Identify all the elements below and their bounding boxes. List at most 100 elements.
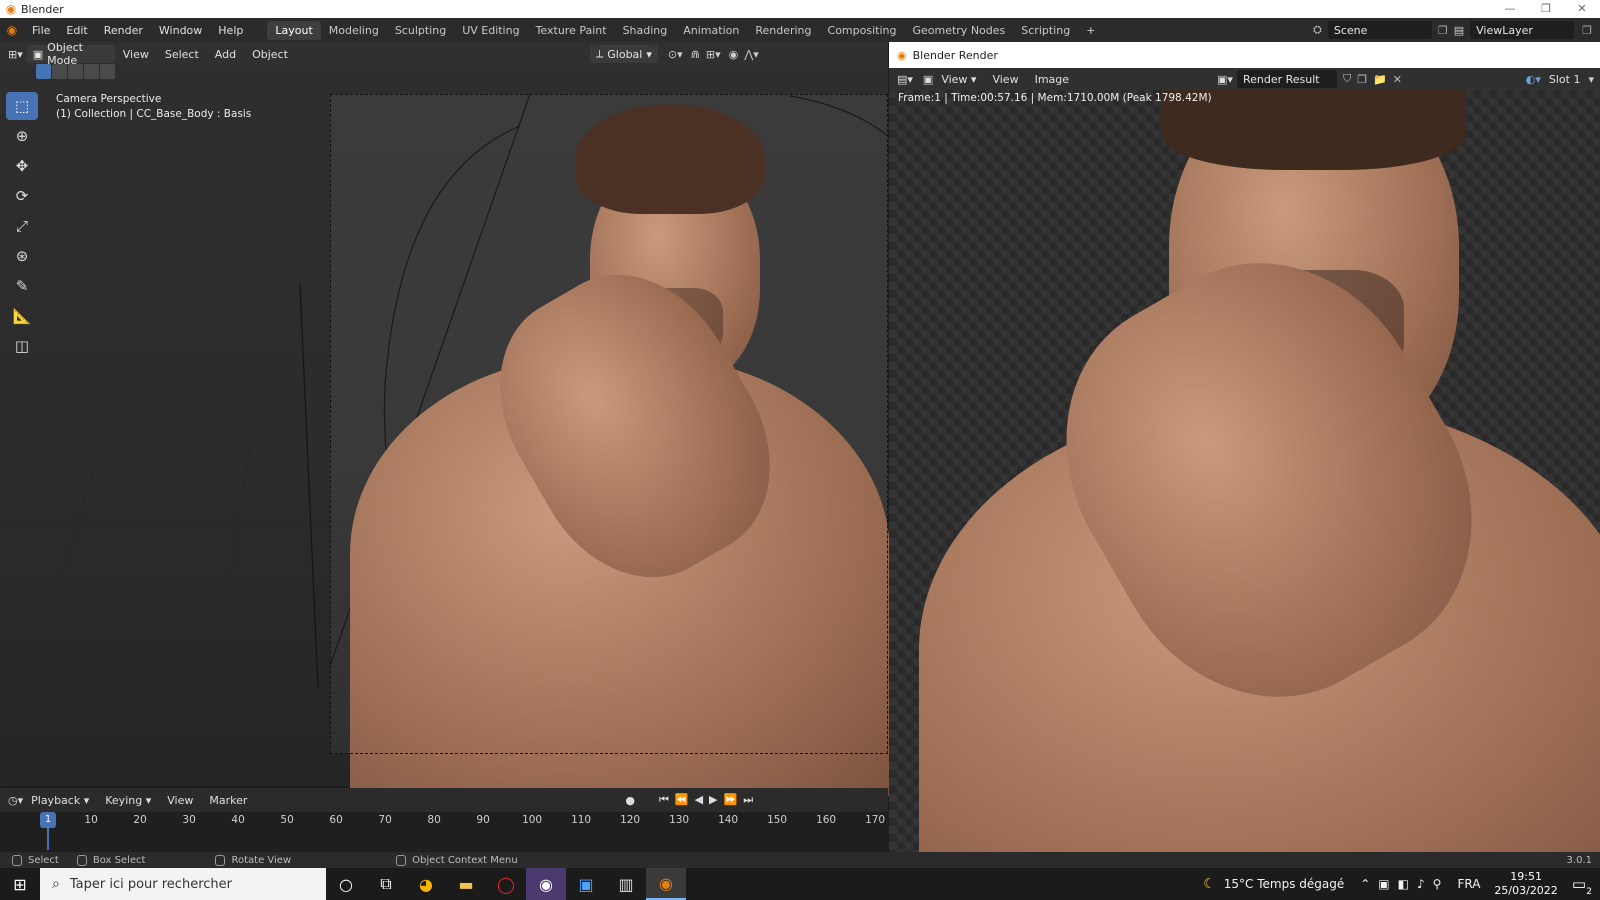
render-blender-icon: ◉: [897, 48, 907, 62]
falloff-icon[interactable]: ⋀▾: [744, 48, 759, 61]
pivot-icon[interactable]: ⊙▾: [668, 48, 683, 61]
tab-compositing[interactable]: Compositing: [820, 21, 905, 40]
timeline-keying-menu[interactable]: Keying ▾: [97, 794, 159, 807]
app-icon[interactable]: ▥: [606, 868, 646, 900]
system-tray-icons[interactable]: ⌃▣◧♪⚲: [1360, 877, 1449, 891]
viewport-menu-view[interactable]: View: [115, 48, 157, 61]
viewport-menu-select[interactable]: Select: [157, 48, 207, 61]
timeline-editor-icon[interactable]: ◷▾: [8, 794, 23, 807]
new-view-layer-icon[interactable]: ❐: [1582, 24, 1592, 37]
render-menu-view[interactable]: View: [984, 73, 1026, 86]
select-extend-button[interactable]: [52, 64, 67, 79]
rotate-tool-icon[interactable]: ⟳: [6, 182, 38, 210]
select-new-button[interactable]: [36, 64, 51, 79]
snap-icon[interactable]: ⋒: [691, 48, 700, 61]
windows-start-icon[interactable]: ⊞: [0, 868, 40, 900]
close-button[interactable]: ✕: [1564, 0, 1600, 18]
chrome-icon[interactable]: ◕: [406, 868, 446, 900]
record-keyframe-icon[interactable]: ●: [625, 794, 635, 807]
weather-text[interactable]: 15°C Temps dégagé: [1224, 877, 1344, 891]
view-mode-icon[interactable]: ▣: [923, 73, 933, 86]
task-view-icon[interactable]: ⧉: [366, 868, 406, 900]
language-indicator[interactable]: FRA: [1457, 877, 1480, 891]
measure-tool-icon[interactable]: 📐: [6, 302, 38, 330]
fake-user-icon[interactable]: ⛉: [1343, 72, 1351, 86]
move-tool-icon[interactable]: ✥: [6, 152, 38, 180]
object-mode-icon: ▣: [32, 47, 44, 61]
transform-tool-icon[interactable]: ⊛: [6, 242, 38, 270]
add-workspace-button[interactable]: +: [1078, 21, 1103, 40]
add-cube-tool-icon[interactable]: ◫: [6, 332, 38, 360]
menu-edit[interactable]: Edit: [58, 24, 95, 37]
proportional-edit-icon[interactable]: ◉: [729, 48, 739, 61]
orientation-dropdown[interactable]: ⟂ Global ▾: [589, 45, 658, 63]
menu-render[interactable]: Render: [96, 24, 151, 37]
slot-chevron-icon[interactable]: ▾: [1588, 73, 1594, 86]
photos-icon[interactable]: ▣: [566, 868, 606, 900]
editor-type-icon[interactable]: ⊞▾: [8, 48, 23, 61]
viewport-menu-add[interactable]: Add: [207, 48, 244, 61]
notifications-icon[interactable]: ▭ 2: [1572, 875, 1592, 897]
display-channels-icon[interactable]: ◐▾: [1526, 73, 1541, 86]
image-editor-type-icon[interactable]: ▤▾: [897, 73, 913, 86]
timeline-tick-label: 100: [522, 814, 543, 826]
view-layer-icon[interactable]: ▤: [1454, 24, 1464, 37]
taskbar-search[interactable]: ⌕ Taper ici pour rechercher: [40, 868, 326, 900]
select-invert-button[interactable]: [84, 64, 99, 79]
select-subtract-button[interactable]: [68, 64, 83, 79]
blender-menu-icon[interactable]: ◉: [0, 23, 24, 37]
viewport-menu-object[interactable]: Object: [244, 48, 296, 61]
tab-sculpting[interactable]: Sculpting: [387, 21, 454, 40]
select-box-tool-icon[interactable]: ⬚: [6, 92, 38, 120]
blender-taskbar-icon[interactable]: ◉: [646, 868, 686, 900]
timeline-view-menu[interactable]: View: [159, 794, 201, 807]
open-image-icon[interactable]: 📁: [1373, 73, 1387, 86]
timeline-tick-label: 70: [378, 814, 392, 826]
timeline-tick-label: 50: [280, 814, 294, 826]
scene-icon[interactable]: ⛭: [1313, 23, 1322, 37]
weather-moon-icon[interactable]: ☾: [1203, 876, 1216, 892]
tab-geometry-nodes[interactable]: Geometry Nodes: [904, 21, 1013, 40]
render-result-field[interactable]: Render Result: [1236, 70, 1337, 88]
cursor-tool-icon[interactable]: ⊕: [6, 122, 38, 150]
tab-layout[interactable]: Layout: [267, 20, 321, 40]
discord-icon[interactable]: ◉: [526, 868, 566, 900]
file-explorer-icon[interactable]: ▬: [446, 868, 486, 900]
select-intersect-button[interactable]: [100, 64, 115, 79]
tab-uv-editing[interactable]: UV Editing: [454, 21, 527, 40]
render-result-area[interactable]: [889, 90, 1600, 852]
tab-rendering[interactable]: Rendering: [747, 21, 819, 40]
new-scene-icon[interactable]: ❐: [1438, 24, 1448, 37]
opera-icon[interactable]: ◯: [486, 868, 526, 900]
menu-window[interactable]: Window: [151, 24, 210, 37]
snap-target-icon[interactable]: ⊞▾: [706, 48, 721, 61]
render-menu-image[interactable]: Image: [1027, 73, 1077, 86]
new-image-icon[interactable]: ❐: [1357, 73, 1367, 86]
tab-shading[interactable]: Shading: [615, 21, 676, 40]
image-browse-icon[interactable]: ▣▾: [1217, 73, 1233, 86]
slot-dropdown[interactable]: Slot 1: [1541, 73, 1589, 86]
scale-tool-icon[interactable]: ⤢: [6, 212, 38, 240]
unlink-image-icon[interactable]: ✕: [1393, 73, 1402, 86]
cortana-icon[interactable]: ○: [326, 868, 366, 900]
tab-scripting[interactable]: Scripting: [1013, 21, 1078, 40]
tab-texture-paint[interactable]: Texture Paint: [528, 21, 615, 40]
maximize-button[interactable]: ❐: [1528, 0, 1564, 18]
scene-field[interactable]: Scene: [1327, 21, 1432, 39]
playback-controls[interactable]: ⏮⏪◀▶⏩⏭: [659, 793, 759, 807]
menu-file[interactable]: File: [24, 24, 58, 37]
tab-animation[interactable]: Animation: [675, 21, 747, 40]
menu-help[interactable]: Help: [210, 24, 251, 37]
timeline-playback-menu[interactable]: Playback ▾: [23, 794, 97, 807]
annotate-tool-icon[interactable]: ✎: [6, 272, 38, 300]
image-editor-header: ▤▾ ▣ View ▾ View Image ▣▾ Render Result …: [889, 68, 1600, 90]
view-layer-field[interactable]: ViewLayer: [1470, 21, 1575, 39]
current-frame-indicator[interactable]: 1: [40, 812, 56, 828]
notification-count: 2: [1586, 887, 1592, 897]
render-view-dropdown[interactable]: View ▾: [933, 73, 984, 86]
clock[interactable]: 19:51 25/03/2022: [1494, 870, 1557, 898]
tab-modeling[interactable]: Modeling: [321, 21, 387, 40]
minimize-button[interactable]: —: [1492, 0, 1528, 18]
mode-dropdown[interactable]: ▣ Object Mode: [26, 41, 115, 67]
timeline-marker-menu[interactable]: Marker: [201, 794, 255, 807]
